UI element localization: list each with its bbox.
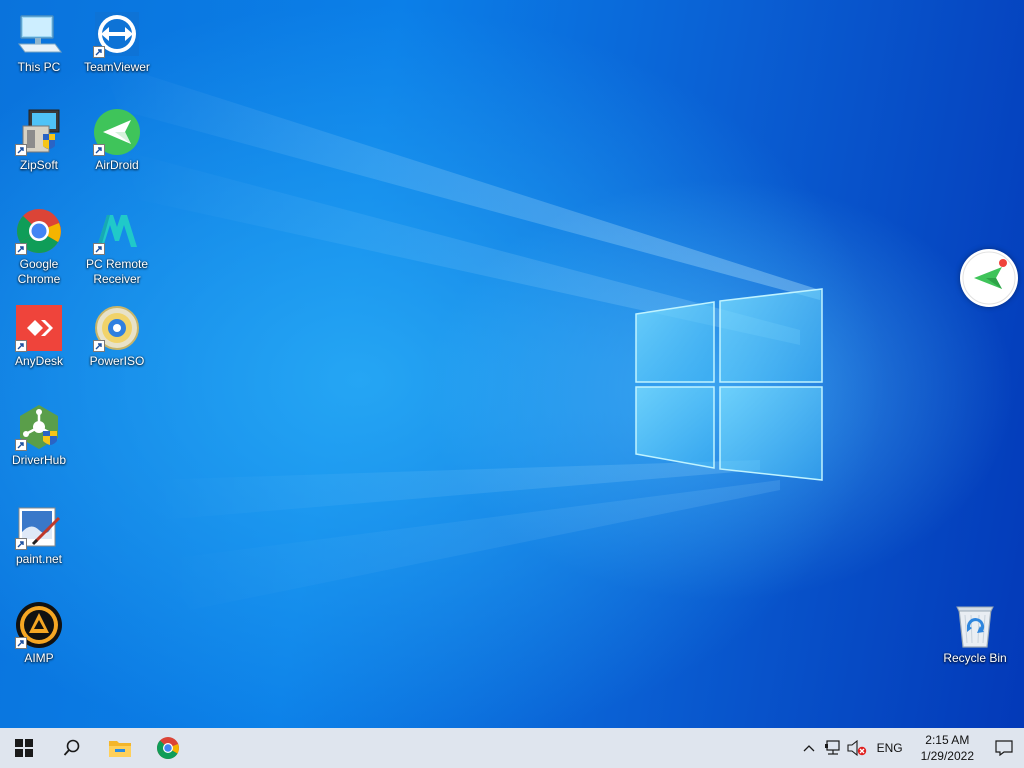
- shortcut-arrow-icon: [15, 243, 27, 255]
- icon-label: AnyDesk: [14, 354, 64, 368]
- teamviewer-icon: [93, 10, 141, 58]
- desktop-icon-poweriso[interactable]: PowerISO: [78, 298, 156, 380]
- icon-label: TeamViewer: [84, 60, 150, 74]
- desktop-icon-zipsoft[interactable]: ZipSoft: [0, 102, 78, 184]
- show-hidden-icons-button[interactable]: [797, 728, 821, 768]
- action-center-button[interactable]: [984, 728, 1024, 768]
- desktop-icon-driverhub[interactable]: DriverHub: [0, 397, 78, 479]
- airdroid-floating-icon: [962, 251, 1016, 305]
- airdroid-floating-button[interactable]: [960, 249, 1018, 307]
- volume-muted-icon: [847, 740, 866, 756]
- desktop-icon-this-pc[interactable]: This PC: [0, 4, 78, 86]
- clock[interactable]: 2:15 AM 1/29/2022: [911, 732, 984, 764]
- volume-button[interactable]: [845, 728, 869, 768]
- aimp-icon: [15, 601, 63, 649]
- system-tray: ENG 2:15 AM 1/29/2022: [797, 728, 1024, 768]
- chevron-up-icon: [803, 745, 815, 752]
- file-explorer-icon: [109, 741, 131, 757]
- network-icon: [824, 740, 840, 755]
- desktop-icon-anydesk[interactable]: AnyDesk: [0, 298, 78, 380]
- icon-label: DriverHub: [11, 453, 66, 467]
- notification-icon: [995, 740, 1013, 756]
- recycle-bin-icon: [951, 601, 999, 649]
- this-pc-icon: [15, 10, 63, 58]
- chrome-icon: [157, 737, 179, 759]
- desktop-icon-airdroid[interactable]: AirDroid: [78, 102, 156, 184]
- network-button[interactable]: [821, 728, 845, 768]
- start-button[interactable]: [0, 728, 48, 768]
- desktop-icon-pc-remote-receiver[interactable]: PC Remote Receiver: [78, 201, 156, 286]
- icon-label: Recycle Bin: [943, 651, 1007, 665]
- icon-label: paint.net: [15, 552, 63, 566]
- icon-label: This PC: [17, 60, 61, 74]
- shortcut-arrow-icon: [93, 46, 105, 58]
- shortcut-arrow-icon: [93, 340, 105, 352]
- shortcut-arrow-icon: [93, 243, 105, 255]
- icon-label: PC Remote Receiver: [85, 257, 149, 286]
- windows-start-icon: [15, 739, 33, 757]
- chrome-icon: [15, 207, 63, 255]
- anydesk-icon: [15, 304, 63, 352]
- shortcut-arrow-icon: [15, 144, 27, 156]
- taskbar-file-explorer[interactable]: [96, 728, 144, 768]
- input-language-indicator[interactable]: ENG: [869, 741, 911, 755]
- paint-net-icon: [15, 502, 63, 550]
- windows-logo-wallpaper: [635, 288, 823, 481]
- desktop-icon-google-chrome[interactable]: Google Chrome: [0, 201, 78, 286]
- desktop-icon-teamviewer[interactable]: TeamViewer: [78, 4, 156, 86]
- shortcut-arrow-icon: [93, 144, 105, 156]
- desktop-icon-paint-net[interactable]: paint.net: [0, 496, 78, 578]
- poweriso-icon: [93, 304, 141, 352]
- desktop-icon-recycle-bin[interactable]: Recycle Bin: [936, 595, 1014, 677]
- desktop-icon-aimp[interactable]: AIMP: [0, 595, 78, 677]
- icon-label: ZipSoft: [19, 158, 58, 172]
- shortcut-arrow-icon: [15, 439, 27, 451]
- taskbar: ENG 2:15 AM 1/29/2022: [0, 728, 1024, 768]
- taskbar-chrome[interactable]: [144, 728, 192, 768]
- icon-label: AirDroid: [95, 158, 139, 172]
- driverhub-icon: [15, 403, 63, 451]
- icon-label: PowerISO: [89, 354, 145, 368]
- search-icon: [63, 739, 80, 756]
- pc-remote-receiver-icon: [93, 207, 141, 255]
- zipsoft-icon: [15, 108, 63, 156]
- clock-date: 1/29/2022: [920, 749, 974, 763]
- clock-time: 2:15 AM: [925, 733, 970, 747]
- shortcut-arrow-icon: [15, 340, 27, 352]
- shortcut-arrow-icon: [15, 637, 27, 649]
- icon-label: AIMP: [24, 651, 54, 665]
- desktop[interactable]: This PC TeamViewer ZipSoft AirDroid Goog…: [0, 0, 1024, 728]
- airdroid-icon: [93, 108, 141, 156]
- search-button[interactable]: [48, 728, 96, 768]
- shortcut-arrow-icon: [15, 538, 27, 550]
- icon-label: Google Chrome: [17, 257, 61, 286]
